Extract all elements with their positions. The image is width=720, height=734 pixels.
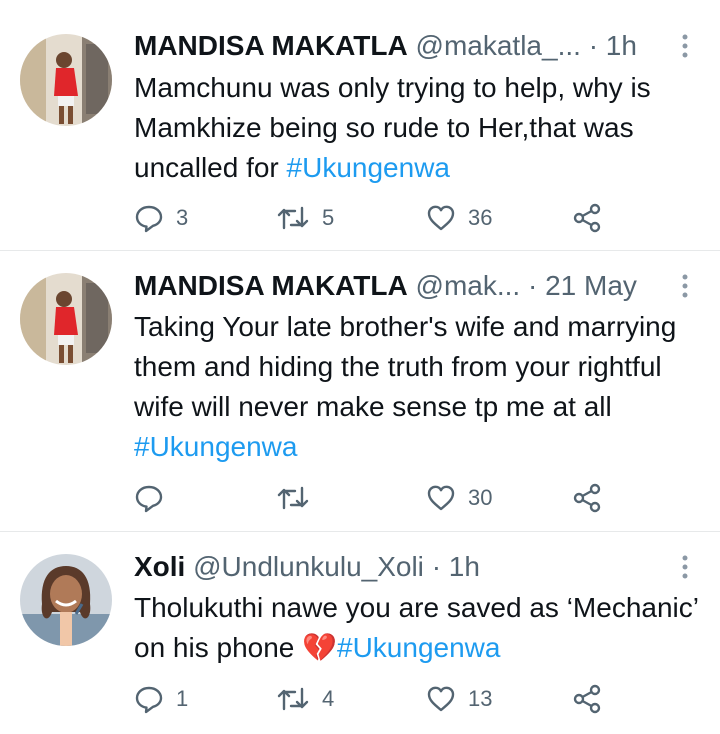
retweet-button[interactable]: 4 [276, 681, 334, 717]
separator: · [431, 551, 442, 582]
reply-icon [134, 203, 164, 233]
retweet-icon [276, 483, 310, 513]
timestamp[interactable]: 1h [449, 551, 480, 582]
share-button[interactable] [572, 480, 602, 516]
like-count: 30 [468, 485, 493, 510]
reply-button[interactable]: 3 [134, 200, 188, 236]
like-count: 13 [468, 686, 493, 711]
share-icon [572, 203, 602, 233]
share-icon [572, 483, 602, 513]
more-vertical-icon[interactable] [680, 32, 690, 62]
display-name[interactable]: Xoli [134, 551, 185, 582]
heart-icon [426, 684, 456, 714]
username[interactable]: @mak... [416, 270, 521, 301]
retweet-count: 5 [322, 205, 335, 230]
more-vertical-icon[interactable] [680, 553, 690, 583]
broken-heart-emoji: 💔 [302, 632, 338, 663]
share-button[interactable] [572, 681, 602, 717]
hashtag-link[interactable]: #Ukungenwa [134, 431, 297, 462]
tweet-header: MANDISA MAKATLA @makatla_... · 1h [134, 28, 662, 64]
username[interactable]: @makatla_... [416, 30, 581, 61]
reply-icon [134, 684, 164, 714]
like-button[interactable]: 30 [426, 480, 492, 516]
separator: · [527, 270, 538, 301]
heart-icon [426, 203, 456, 233]
like-count: 36 [468, 205, 493, 230]
tweet[interactable]: MANDISA MAKATLA @mak... · 21 May Taking … [0, 251, 720, 530]
retweet-icon [276, 684, 310, 714]
tweet-actions: 1 4 13 [134, 681, 694, 717]
retweet-count: 4 [322, 686, 335, 711]
tweet-text: Mamchunu was only trying to help, why is… [134, 68, 704, 188]
timestamp[interactable]: 1h [606, 30, 637, 61]
timeline-feed: MANDISA MAKATLA @makatla_... · 1h Mamchu… [0, 0, 720, 734]
reply-icon [134, 483, 164, 513]
hashtag-link[interactable]: #Ukungenwa [337, 632, 500, 663]
retweet-button[interactable] [276, 480, 322, 516]
share-button[interactable] [572, 200, 602, 236]
retweet-button[interactable]: 5 [276, 200, 334, 236]
retweet-icon [276, 203, 310, 233]
tweet-header: MANDISA MAKATLA @mak... · 21 May [134, 268, 662, 304]
display-name[interactable]: MANDISA MAKATLA [134, 30, 408, 61]
avatar[interactable] [20, 554, 112, 646]
timestamp[interactable]: 21 May [545, 270, 637, 301]
more-vertical-icon[interactable] [680, 272, 690, 302]
avatar[interactable] [20, 273, 112, 365]
heart-icon [426, 483, 456, 513]
tweet[interactable]: Xoli @Undlunkulu_Xoli · 1h Tholukuthi na… [0, 532, 720, 734]
tweet-header: Xoli @Undlunkulu_Xoli · 1h [134, 549, 662, 585]
username[interactable]: @Undlunkulu_Xoli [193, 551, 424, 582]
tweet-text-content: Taking Your late brother's wife and marr… [134, 311, 677, 422]
reply-count: 3 [176, 205, 189, 230]
reply-count: 1 [176, 686, 189, 711]
tweet-text: Taking Your late brother's wife and marr… [134, 307, 704, 467]
display-name[interactable]: MANDISA MAKATLA [134, 270, 408, 301]
share-icon [572, 684, 602, 714]
like-button[interactable]: 13 [426, 681, 492, 717]
reply-button[interactable]: 1 [134, 681, 188, 717]
like-button[interactable]: 36 [426, 200, 492, 236]
tweet-actions: 30 [134, 480, 694, 516]
tweet-text: Tholukuthi nawe you are saved as ‘Mechan… [134, 588, 704, 668]
reply-button[interactable] [134, 480, 176, 516]
hashtag-link[interactable]: #Ukungenwa [287, 152, 450, 183]
separator: · [588, 30, 599, 61]
avatar[interactable] [20, 34, 112, 126]
tweet[interactable]: MANDISA MAKATLA @makatla_... · 1h Mamchu… [0, 0, 720, 250]
tweet-actions: 3 5 36 [134, 200, 694, 236]
